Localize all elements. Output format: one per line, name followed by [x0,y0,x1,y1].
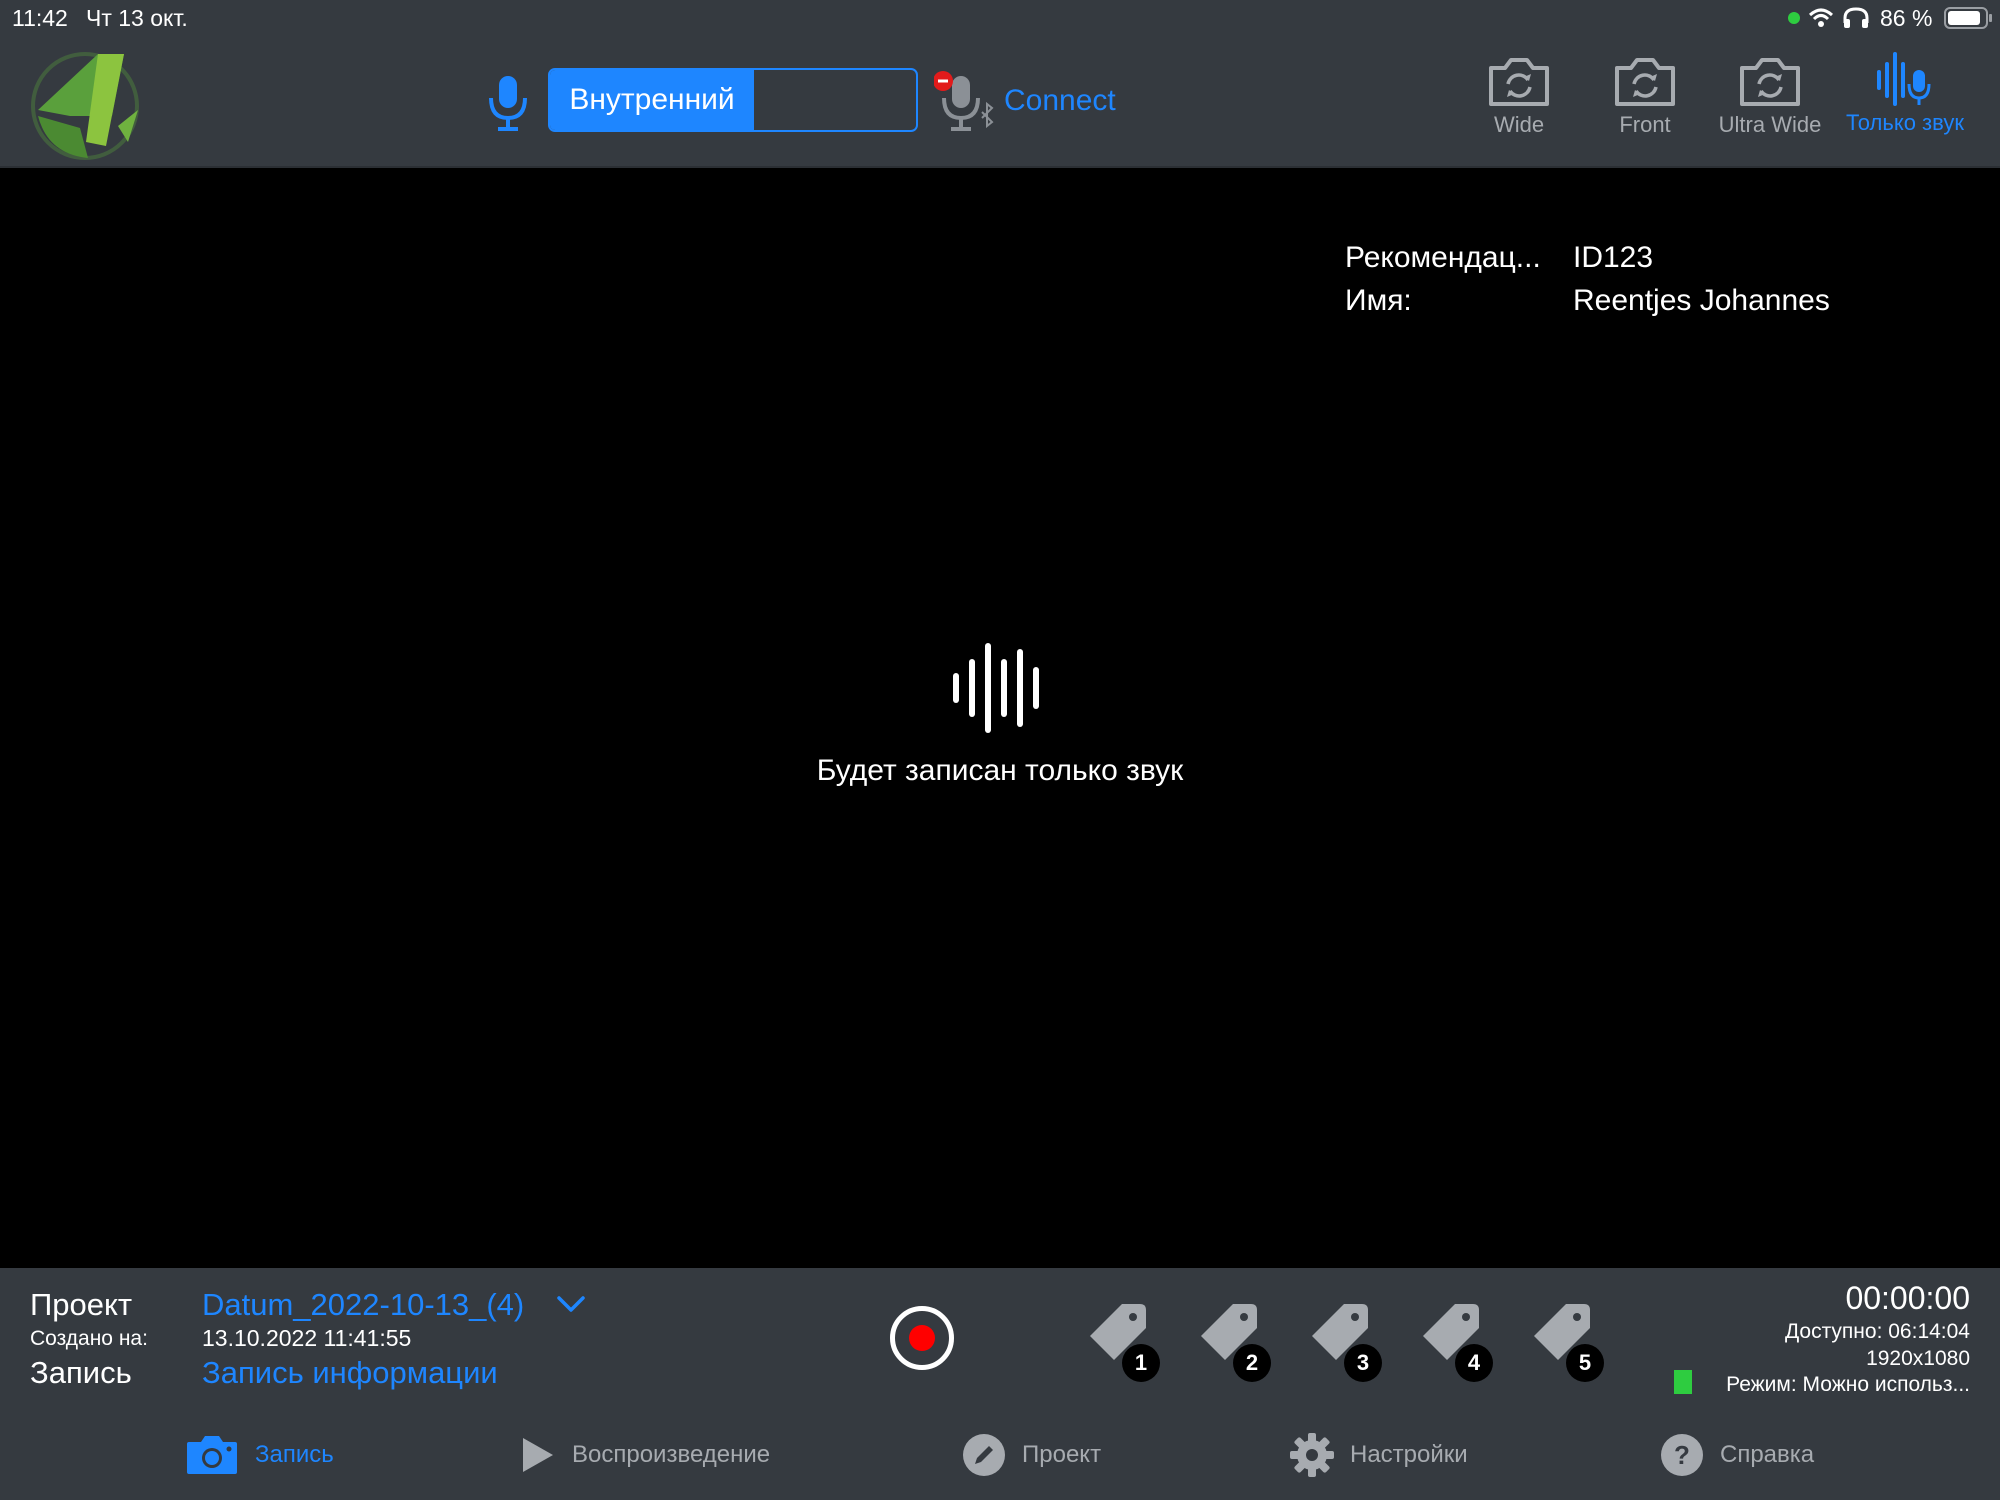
camera-ultra-wide-label: Ultra Wide [1718,112,1822,137]
bluetooth-mic-connect[interactable]: Connect [934,68,1134,138]
mic-source-internal-segment[interactable]: Внутренний [550,70,754,130]
app-logo [31,52,139,160]
camera-ultra-wide-button[interactable]: Ultra Wide [1705,56,1835,166]
tag-button-1[interactable]: 1 [1086,1300,1166,1390]
connect-link[interactable]: Connect [1004,84,1116,118]
record-label: Запись [30,1355,132,1390]
camera-switch-icon [1489,58,1549,106]
mode-status: Режим: Можно использ... [1726,1373,1970,1396]
audio-waveform-mic-icon [1877,52,1931,106]
camera-switch-icon [1615,58,1675,106]
info-value: ID123 [1573,241,1654,274]
tab-help-label: Справка [1720,1441,1815,1468]
tag-number: 2 [1233,1344,1271,1382]
tag-number: 5 [1566,1344,1604,1382]
top-bar: Внутренний Connect Wide Front Ultra Wide… [0,36,2000,168]
battery-percent: 86 % [1880,5,1933,31]
camera-front-button[interactable]: Front [1580,56,1710,166]
tab-settings[interactable]: Настройки [1290,1425,1468,1485]
tag-number: 3 [1344,1344,1382,1382]
camera-switch-icon [1740,58,1800,106]
record-button[interactable] [890,1306,954,1370]
recording-timer: 00:00:00 [1845,1280,1970,1316]
camera-wide-button[interactable]: Wide [1454,56,1584,166]
tab-playback[interactable]: Воспроизведение [520,1425,770,1485]
chevron-down-icon[interactable] [556,1294,586,1314]
bluetooth-mic-icon [934,71,994,131]
battery-icon [1944,7,1992,29]
tag-button-4[interactable]: 4 [1419,1300,1499,1390]
tab-project[interactable]: Проект [962,1425,1101,1485]
svg-text:?: ? [1674,1440,1690,1470]
tab-playback-label: Воспроизведение [572,1441,771,1468]
audio-only-message: Будет записан только звук [816,754,1184,787]
tag-number: 4 [1455,1344,1493,1382]
mic-source-selector[interactable]: Внутренний [548,68,918,132]
tag-number: 1 [1122,1344,1160,1382]
camera-icon [187,1436,237,1474]
tab-project-label: Проект [1022,1441,1102,1468]
status-date: Чт 13 окт. [86,5,188,31]
status-bar: 11:42 Чт 13 окт. 86 % [0,0,2000,36]
status-time: 11:42 [12,5,68,31]
audio-only-button[interactable]: Только звук [1840,50,1970,160]
tag-button-2[interactable]: 2 [1197,1300,1277,1390]
project-name-dropdown[interactable]: Datum_2022-10-13_(4) [202,1287,524,1323]
record-info-link[interactable]: Запись информации [202,1355,498,1391]
tab-record-label: Запись [255,1441,334,1468]
info-key: Имя: [1345,284,1412,317]
mic-source-external-segment[interactable] [754,70,916,130]
available-time: Доступно: 06:14:04 [1784,1320,1970,1343]
audio-only-label: Только звук [1846,110,1964,135]
info-row-recommendation: Рекомендац... ID123 [1345,236,1830,279]
tab-settings-label: Настройки [1350,1441,1468,1468]
privacy-indicator-dot [1788,12,1800,24]
mode-indicator [1674,1370,1692,1394]
info-row-name: Имя: Reentjes Johannes [1345,279,1830,322]
resolution: 1920x1080 [1866,1347,1970,1370]
created-value: 13.10.2022 11:41:55 [202,1325,412,1351]
microphone-icon[interactable] [486,74,530,132]
project-label: Проект [30,1287,133,1322]
wifi-icon [1808,8,1834,27]
tag-button-3[interactable]: 3 [1308,1300,1388,1390]
question-mark-icon: ? [1661,1434,1703,1476]
patient-info-overlay: Рекомендац... ID123 Имя: Reentjes Johann… [1345,236,1830,322]
headphones-icon [1843,7,1869,28]
audio-waveform-icon [953,643,1039,733]
tab-help[interactable]: ? Справка [1660,1425,1814,1485]
tab-record[interactable]: Запись [185,1425,334,1485]
pencil-icon [963,1434,1005,1476]
play-icon [523,1438,553,1472]
gear-icon [1290,1433,1334,1477]
camera-front-label: Front [1619,112,1671,137]
camera-wide-label: Wide [1493,112,1545,137]
record-dot [909,1325,935,1351]
tag-button-5[interactable]: 5 [1530,1300,1610,1390]
info-key: Рекомендац... [1345,241,1541,274]
info-value: Reentjes Johannes [1573,284,1830,317]
created-label: Создано на: [30,1327,148,1350]
